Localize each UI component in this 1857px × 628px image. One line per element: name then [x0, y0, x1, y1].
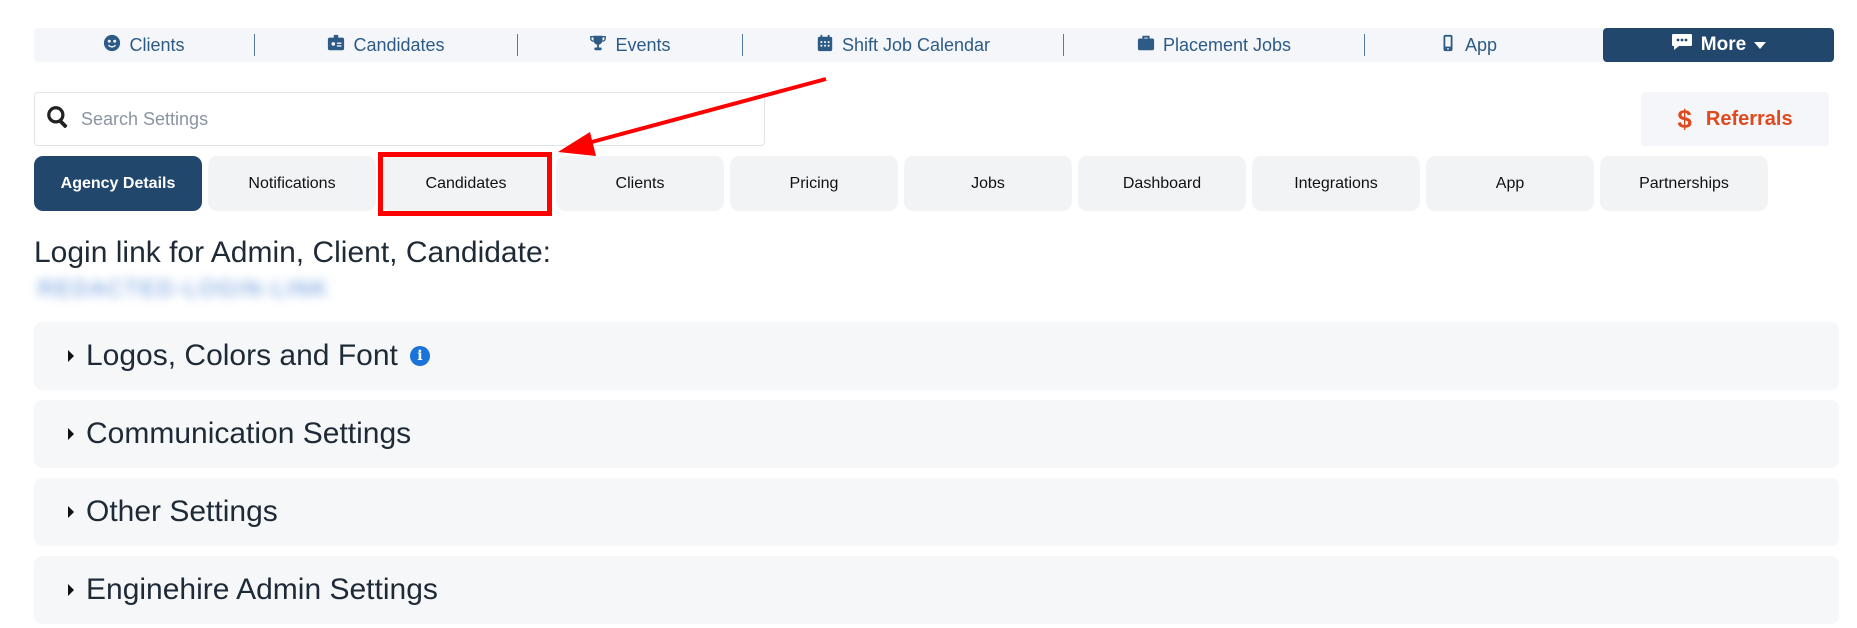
- section-label: Other Settings: [86, 495, 278, 528]
- mobile-phone-icon: [1439, 34, 1457, 57]
- section-communication-settings[interactable]: Communication Settings: [34, 400, 1839, 468]
- tab-label: Dashboard: [1122, 174, 1202, 192]
- tab-label: Notifications: [248, 174, 336, 192]
- referrals-button[interactable]: $ Referrals: [1641, 92, 1829, 146]
- section-other-settings[interactable]: Other Settings: [34, 478, 1839, 546]
- login-link-title: Login link for Admin, Client, Candidate:: [34, 236, 551, 269]
- more-menu-label: More: [1700, 34, 1747, 55]
- gear-icon[interactable]: [1804, 31, 1833, 60]
- search-icon: [45, 104, 71, 135]
- nav-app[interactable]: App: [1365, 28, 1571, 62]
- tab-label: Candidates: [425, 174, 507, 192]
- info-icon[interactable]: i: [409, 346, 430, 366]
- tab-label: Clients: [615, 174, 665, 192]
- tab-label: Pricing: [789, 174, 839, 192]
- nav-placement-jobs[interactable]: Placement Jobs: [1064, 28, 1364, 62]
- tab-jobs[interactable]: Jobs: [904, 156, 1072, 211]
- tab-candidates[interactable]: Candidates: [382, 156, 550, 211]
- login-link-value[interactable]: REDACTED-LOGIN-LINK: [38, 276, 329, 302]
- caret-right-icon: [68, 350, 74, 362]
- top-nav: Clients Candidates Events Shift Job Cale…: [34, 28, 1834, 62]
- caret-right-icon: [68, 506, 74, 518]
- section-enginehire-admin-settings[interactable]: Enginehire Admin Settings: [34, 556, 1839, 624]
- section-label: Logos, Colors and Font: [86, 339, 398, 372]
- nav-events[interactable]: Events: [518, 28, 742, 62]
- tab-partnerships[interactable]: Partnerships: [1600, 156, 1768, 211]
- id-badge-icon: [327, 34, 345, 57]
- nav-shift-job-calendar[interactable]: Shift Job Calendar: [743, 28, 1063, 62]
- search-box: [34, 92, 765, 146]
- caret-right-icon: [68, 584, 74, 596]
- tab-dashboard[interactable]: Dashboard: [1078, 156, 1246, 211]
- tab-integrations[interactable]: Integrations: [1252, 156, 1420, 211]
- comment-icon: [1671, 33, 1693, 57]
- section-logos-colors-font[interactable]: Logos, Colors and Font i: [34, 322, 1839, 390]
- nav-app-label: App: [1464, 34, 1498, 55]
- tab-label: Agency Details: [60, 174, 176, 192]
- calendar-icon: [816, 34, 834, 57]
- more-menu-button[interactable]: More: [1603, 28, 1834, 62]
- tab-pricing[interactable]: Pricing: [730, 156, 898, 211]
- tab-clients[interactable]: Clients: [556, 156, 724, 211]
- tab-label: Integrations: [1294, 174, 1378, 192]
- tab-label: App: [1495, 174, 1525, 192]
- nav-clients-label: Clients: [129, 34, 185, 55]
- dollar-icon: $: [1677, 103, 1692, 134]
- nav-placement-jobs-label: Placement Jobs: [1162, 34, 1292, 55]
- nav-candidates-label: Candidates: [353, 34, 445, 55]
- tab-notifications[interactable]: Notifications: [208, 156, 376, 211]
- caret-right-icon: [68, 428, 74, 440]
- user-circle-icon: [103, 34, 121, 57]
- tab-agency-details[interactable]: Agency Details: [34, 156, 202, 211]
- nav-events-label: Events: [615, 34, 671, 55]
- tab-label: Partnerships: [1639, 174, 1729, 192]
- trophy-icon: [589, 34, 607, 57]
- tab-label: Jobs: [971, 174, 1005, 192]
- tab-app[interactable]: App: [1426, 156, 1594, 211]
- nav-shift-job-calendar-label: Shift Job Calendar: [841, 34, 991, 55]
- search-settings-input[interactable]: [81, 108, 721, 130]
- nav-candidates[interactable]: Candidates: [255, 28, 517, 62]
- section-label: Communication Settings: [86, 417, 412, 450]
- nav-clients[interactable]: Clients: [34, 28, 254, 62]
- section-label: Enginehire Admin Settings: [86, 573, 438, 606]
- referrals-label: Referrals: [1705, 107, 1793, 130]
- caret-down-icon: [1754, 34, 1767, 56]
- briefcase-icon: [1137, 34, 1155, 57]
